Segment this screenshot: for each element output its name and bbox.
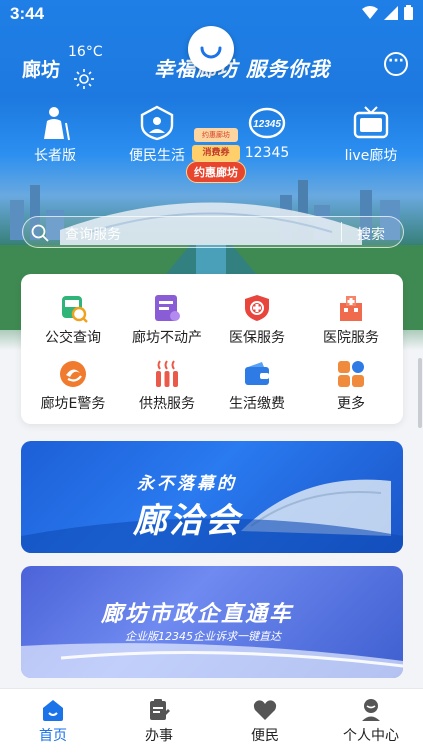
service-label: 医保服务: [229, 330, 285, 346]
coupon-mid: 消费券: [192, 145, 240, 161]
status-bar: 3:44: [0, 0, 423, 28]
service-medical-insurance[interactable]: 医保服务: [209, 292, 305, 347]
elderly-icon: [44, 107, 70, 141]
signal-icon: [384, 5, 398, 20]
loading-spinner: [188, 26, 234, 72]
service-label: 公交查询: [45, 330, 101, 346]
bus-icon: [62, 296, 88, 323]
banner-top-text: 永不落幕的: [137, 474, 237, 494]
heart-icon: [253, 700, 277, 720]
service-hospital[interactable]: 医院服务: [303, 292, 399, 347]
tab-services[interactable]: 办事: [106, 697, 212, 745]
service-heating[interactable]: 供热服务: [119, 358, 215, 413]
more-grid-icon: [338, 361, 364, 387]
coupon-badge[interactable]: 约惠廊坊 消费券 约惠廊坊: [186, 128, 246, 188]
tab-home[interactable]: 首页: [0, 697, 106, 745]
slogan: 幸福廊坊 服务你我: [154, 57, 330, 81]
clipboard-icon: [150, 699, 170, 720]
service-label: 廊坊不动产: [132, 330, 202, 346]
service-police[interactable]: 廊坊E警务: [25, 358, 121, 413]
tab-label: 办事: [145, 728, 173, 744]
search-icon: [31, 224, 49, 242]
tv-icon: [353, 106, 389, 139]
home-icon: [43, 700, 63, 721]
service-label: 医院服务: [323, 330, 379, 346]
search-input[interactable]: 查询服务: [65, 224, 121, 244]
coupon-button[interactable]: 约惠廊坊: [186, 161, 246, 183]
wifi-icon: [362, 5, 378, 19]
ellipsis-icon: ···: [388, 53, 404, 69]
status-icons: [362, 5, 413, 20]
tab-label: 个人中心: [343, 728, 399, 744]
scrollbar[interactable]: [418, 358, 422, 428]
battery-icon: [404, 5, 413, 20]
tab-convenience[interactable]: 便民: [212, 697, 318, 745]
search-bar[interactable]: 查询服务 搜索: [22, 216, 404, 248]
service-more[interactable]: 更多: [303, 358, 399, 413]
search-button[interactable]: 搜索: [357, 224, 385, 244]
bottom-tab-bar: 首页 办事 便民 个人中心: [0, 688, 423, 753]
temperature: 16°C: [68, 44, 103, 60]
tab-profile[interactable]: 个人中心: [318, 697, 423, 745]
more-options-button[interactable]: ···: [384, 52, 408, 76]
tab-label: 首页: [39, 728, 67, 744]
service-label: 供热服务: [139, 396, 195, 412]
police-icon: [60, 361, 86, 387]
hospital-icon: [340, 296, 362, 321]
service-bus[interactable]: 公交查询: [25, 292, 121, 347]
tab-label: 便民: [251, 728, 279, 744]
city-name[interactable]: 廊坊: [22, 55, 60, 82]
quick-link-label: live廊坊: [344, 148, 398, 164]
heating-icon: [156, 360, 178, 387]
medical-insurance-icon: [245, 295, 269, 321]
svg-text:12345: 12345: [253, 119, 281, 130]
banner-enterprise[interactable]: 廊坊市政企直通车 企业版12345企业诉求一键直达: [21, 566, 403, 678]
quick-link-elderly[interactable]: 长者版: [10, 103, 100, 165]
user-icon: [362, 699, 380, 721]
services-grid: 公交查询 廊坊不动产 医保服务 医院服务 廊坊E警务 供热服务 生活缴费 更多: [21, 274, 403, 424]
banner-main-text: 廊洽会: [133, 501, 241, 541]
service-payment[interactable]: 生活缴费: [209, 358, 305, 413]
service-label: 生活缴费: [229, 396, 285, 412]
banner-sub-text: 企业版12345企业诉求一键直达: [125, 630, 281, 643]
banner-langqia[interactable]: 永不落幕的 廊洽会: [21, 441, 403, 553]
service-property[interactable]: 廊坊不动产: [119, 292, 215, 347]
hotline-12345-icon: 12345: [248, 107, 286, 139]
service-heart-icon: [140, 105, 174, 141]
sun-icon: [74, 69, 94, 89]
quick-link-label: 长者版: [34, 148, 76, 164]
search-divider: [341, 222, 342, 242]
service-label: 廊坊E警务: [40, 396, 106, 412]
coupon-top: 约惠廊坊: [194, 128, 238, 142]
spinner-icon: [200, 46, 222, 59]
wallet-icon: [245, 362, 269, 385]
banner-main-text: 廊坊市政企直通车: [101, 602, 294, 627]
property-icon: [155, 295, 180, 321]
service-label: 更多: [337, 396, 365, 412]
quick-link-live[interactable]: live廊坊: [326, 103, 416, 165]
status-time: 3:44: [10, 4, 45, 23]
